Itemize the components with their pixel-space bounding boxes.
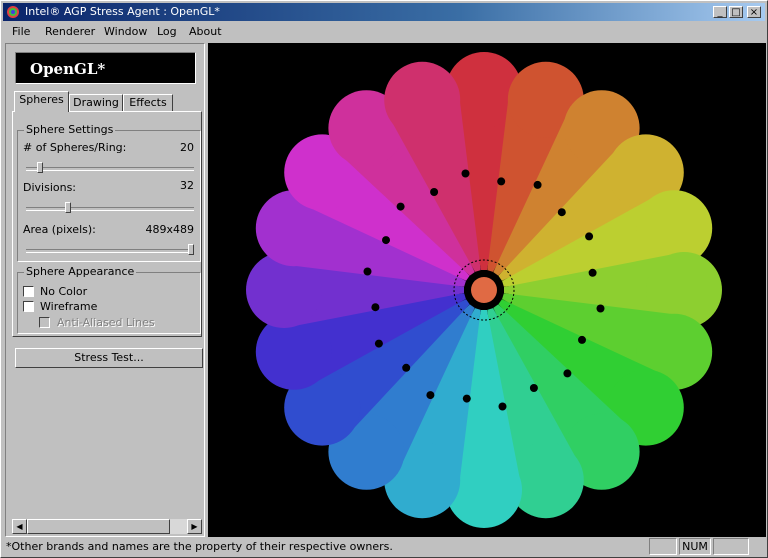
tab-drawing-label: Drawing <box>73 96 119 109</box>
tab-panel-spheres: Sphere Settings # of Spheres/Ring: 20 Di… <box>12 111 202 337</box>
area-value: 489x489 <box>145 223 194 236</box>
menu-file[interactable]: File <box>12 25 30 38</box>
sphere-gap <box>382 236 390 245</box>
sphere <box>384 61 461 138</box>
sphere-gap <box>596 304 605 313</box>
divisions-value: 32 <box>180 179 194 192</box>
sphere-gap <box>374 339 383 348</box>
status-pane-caps <box>649 538 677 555</box>
sphere-gap <box>402 363 411 372</box>
spheres-per-ring-slider[interactable] <box>37 162 44 173</box>
wireframe-label: Wireframe <box>40 300 98 313</box>
app-window: Intel® AGP Stress Agent : OpenGL* _ □ × … <box>0 0 768 558</box>
maximize-icon: □ <box>731 7 741 18</box>
area-slider[interactable] <box>188 244 194 255</box>
scroll-thumb[interactable] <box>27 519 170 534</box>
sphere-gap <box>461 169 470 178</box>
menu-about[interactable]: About <box>189 25 222 38</box>
menu-renderer[interactable]: Renderer <box>45 25 95 38</box>
minimize-icon: _ <box>717 7 723 18</box>
center-sphere <box>471 277 497 303</box>
renderer-logo: OpenGL* <box>15 52 196 84</box>
area-label: Area (pixels): <box>23 223 96 236</box>
sphere-gap <box>578 335 586 344</box>
sphere-appearance-title: Sphere Appearance <box>24 265 137 278</box>
sphere-gap <box>497 177 506 186</box>
window-title: Intel® AGP Stress Agent : OpenGL* <box>25 5 220 18</box>
sphere-gap <box>426 391 435 400</box>
area-track <box>26 249 194 253</box>
sphere-ring-render <box>246 52 722 528</box>
menu-window[interactable]: Window <box>104 25 147 38</box>
title-bar[interactable]: Intel® AGP Stress Agent : OpenGL* _ □ × <box>3 3 765 21</box>
sphere-gap <box>396 202 405 211</box>
sphere-gap <box>498 402 507 411</box>
sphere-gap <box>371 303 380 312</box>
close-icon: × <box>749 7 759 18</box>
scroll-right-icon: ▶ <box>191 522 198 531</box>
app-icon <box>7 6 19 18</box>
wireframe-checkbox[interactable] <box>23 301 34 312</box>
divisions-track <box>26 207 194 211</box>
sphere-gap <box>557 208 566 217</box>
tab-effects-label: Effects <box>129 96 167 109</box>
minimize-button[interactable]: _ <box>713 6 727 18</box>
anti-aliased-label: Anti-Aliased Lines <box>57 316 155 329</box>
scroll-left-button[interactable]: ◀ <box>12 519 27 534</box>
horizontal-scrollbar[interactable]: ◀ ▶ <box>12 519 202 534</box>
scroll-left-icon: ◀ <box>16 522 23 531</box>
status-pane-scrl <box>713 538 749 555</box>
sphere-settings-group: Sphere Settings # of Spheres/Ring: 20 Di… <box>17 123 201 262</box>
spheres-per-ring-label: # of Spheres/Ring: <box>23 141 127 154</box>
sphere-gap <box>585 232 594 241</box>
sphere-appearance-group: Sphere Appearance No Color Wireframe Ant… <box>17 265 201 334</box>
tab-drawing[interactable]: Drawing <box>69 94 123 111</box>
spheres-per-ring-track <box>26 167 194 171</box>
menu-log[interactable]: Log <box>157 25 177 38</box>
sphere-gap <box>563 369 572 378</box>
close-button[interactable]: × <box>747 6 761 18</box>
maximize-button[interactable]: □ <box>729 6 743 18</box>
divisions-slider[interactable] <box>64 202 71 213</box>
scroll-right-button[interactable]: ▶ <box>187 519 202 534</box>
divisions-label: Divisions: <box>23 181 77 194</box>
sphere-gap <box>533 180 542 189</box>
sphere-gap <box>588 268 597 277</box>
status-message: *Other brands and names are the property… <box>6 540 393 553</box>
tab-effects[interactable]: Effects <box>123 94 173 111</box>
spheres-per-ring-value: 20 <box>180 141 194 154</box>
stress-test-button[interactable]: Stress Test... <box>15 348 203 368</box>
status-pane-num: NUM <box>679 538 711 555</box>
no-color-label: No Color <box>40 285 88 298</box>
menu-bar: File Renderer Window Log About <box>3 23 765 41</box>
no-color-checkbox[interactable] <box>23 286 34 297</box>
tab-spheres[interactable]: Spheres <box>14 91 69 112</box>
anti-aliased-checkbox[interactable] <box>39 317 50 328</box>
status-bar: *Other brands and names are the property… <box>3 538 765 556</box>
sphere-gap <box>430 188 439 196</box>
sphere-gap <box>462 394 471 403</box>
render-viewport[interactable] <box>208 43 766 537</box>
renderer-logo-text: OpenGL* <box>30 60 106 78</box>
tab-spheres-label: Spheres <box>19 93 64 106</box>
sphere-gap <box>529 384 538 392</box>
settings-panel: OpenGL* Spheres Drawing Effects Sphere S… <box>5 43 205 537</box>
sphere-gap <box>363 267 372 276</box>
sphere-settings-title: Sphere Settings <box>24 123 116 136</box>
